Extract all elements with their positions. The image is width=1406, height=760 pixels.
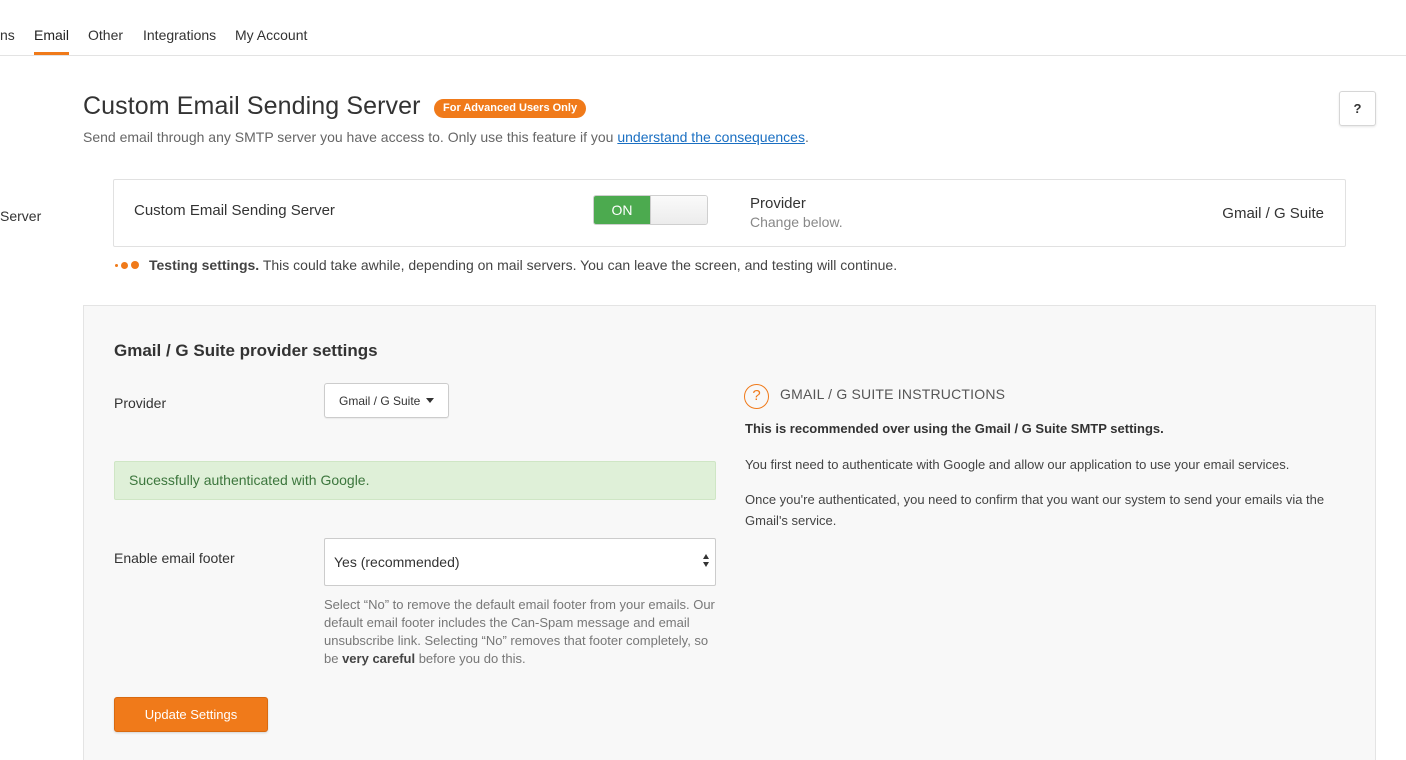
sidebar-item-server[interactable]: Server (0, 208, 41, 224)
provider-label: Provider (114, 395, 167, 411)
tab-my-account[interactable]: My Account (235, 27, 307, 43)
understand-consequences-link[interactable]: understand the consequences (617, 129, 805, 145)
tab-integrations[interactable]: Integrations (143, 27, 216, 43)
testing-status: Testing settings. This could take awhile… (115, 257, 897, 273)
select-arrows-icon (703, 554, 711, 570)
loading-dots-icon (115, 261, 139, 269)
footer-help-bold: very careful (342, 651, 416, 666)
page-subtitle: Send email through any SMTP server you h… (83, 129, 809, 145)
instructions-paragraph-2: Once you're authenticated, you need to c… (745, 492, 1325, 528)
top-nav: ns Email Other Integrations My Account (0, 0, 1406, 56)
toggle-on-label: ON (594, 196, 650, 224)
tab-email[interactable]: Email (34, 27, 70, 55)
advanced-users-badge: For Advanced Users Only (434, 99, 587, 118)
page-title: Custom Email Sending Server (83, 92, 421, 120)
provider-heading: Provider (750, 195, 806, 212)
auth-success-alert: Sucessfully authenticated with Google. (114, 461, 716, 500)
custom-server-card: Custom Email Sending Server ON Provider … (113, 179, 1346, 247)
tab-other[interactable]: Other (88, 27, 123, 43)
toggle-knob (650, 196, 707, 224)
custom-server-label: Custom Email Sending Server (134, 202, 335, 219)
instructions-heading: GMAIL / G SUITE INSTRUCTIONS (780, 386, 1006, 402)
footer-help-text: Select “No” to remove the default email … (324, 596, 716, 668)
help-button[interactable]: ? (1339, 91, 1376, 126)
custom-server-toggle[interactable]: ON (593, 195, 708, 225)
instructions-paragraph-1: You first need to authenticate with Goog… (745, 457, 1290, 472)
provider-value: Gmail / G Suite (1222, 205, 1324, 222)
footer-help-part2: before you do this. (415, 651, 526, 666)
testing-status-text: This could take awhile, depending on mai… (259, 257, 898, 273)
panel-title: Gmail / G Suite provider settings (114, 341, 378, 360)
chevron-down-icon (426, 398, 435, 403)
provider-dropdown-value: Gmail / G Suite (339, 393, 421, 408)
question-circle-icon: ? (744, 384, 769, 409)
provider-settings-panel: Gmail / G Suite provider settings Provid… (83, 305, 1376, 760)
provider-subtext: Change below. (750, 214, 843, 230)
update-settings-button[interactable]: Update Settings (114, 697, 268, 732)
subtitle-text: Send email through any SMTP server you h… (83, 129, 618, 145)
instructions-recommendation: This is recommended over using the Gmail… (745, 421, 1164, 436)
footer-label: Enable email footer (114, 550, 235, 566)
testing-status-bold: Testing settings. (149, 257, 260, 273)
subtitle-suffix: . (804, 129, 809, 145)
email-footer-value: Yes (recommended) (334, 554, 460, 570)
provider-dropdown[interactable]: Gmail / G Suite (324, 383, 450, 418)
email-footer-select[interactable]: Yes (recommended) (324, 538, 716, 586)
tab-campaigns[interactable]: ns (0, 27, 15, 43)
